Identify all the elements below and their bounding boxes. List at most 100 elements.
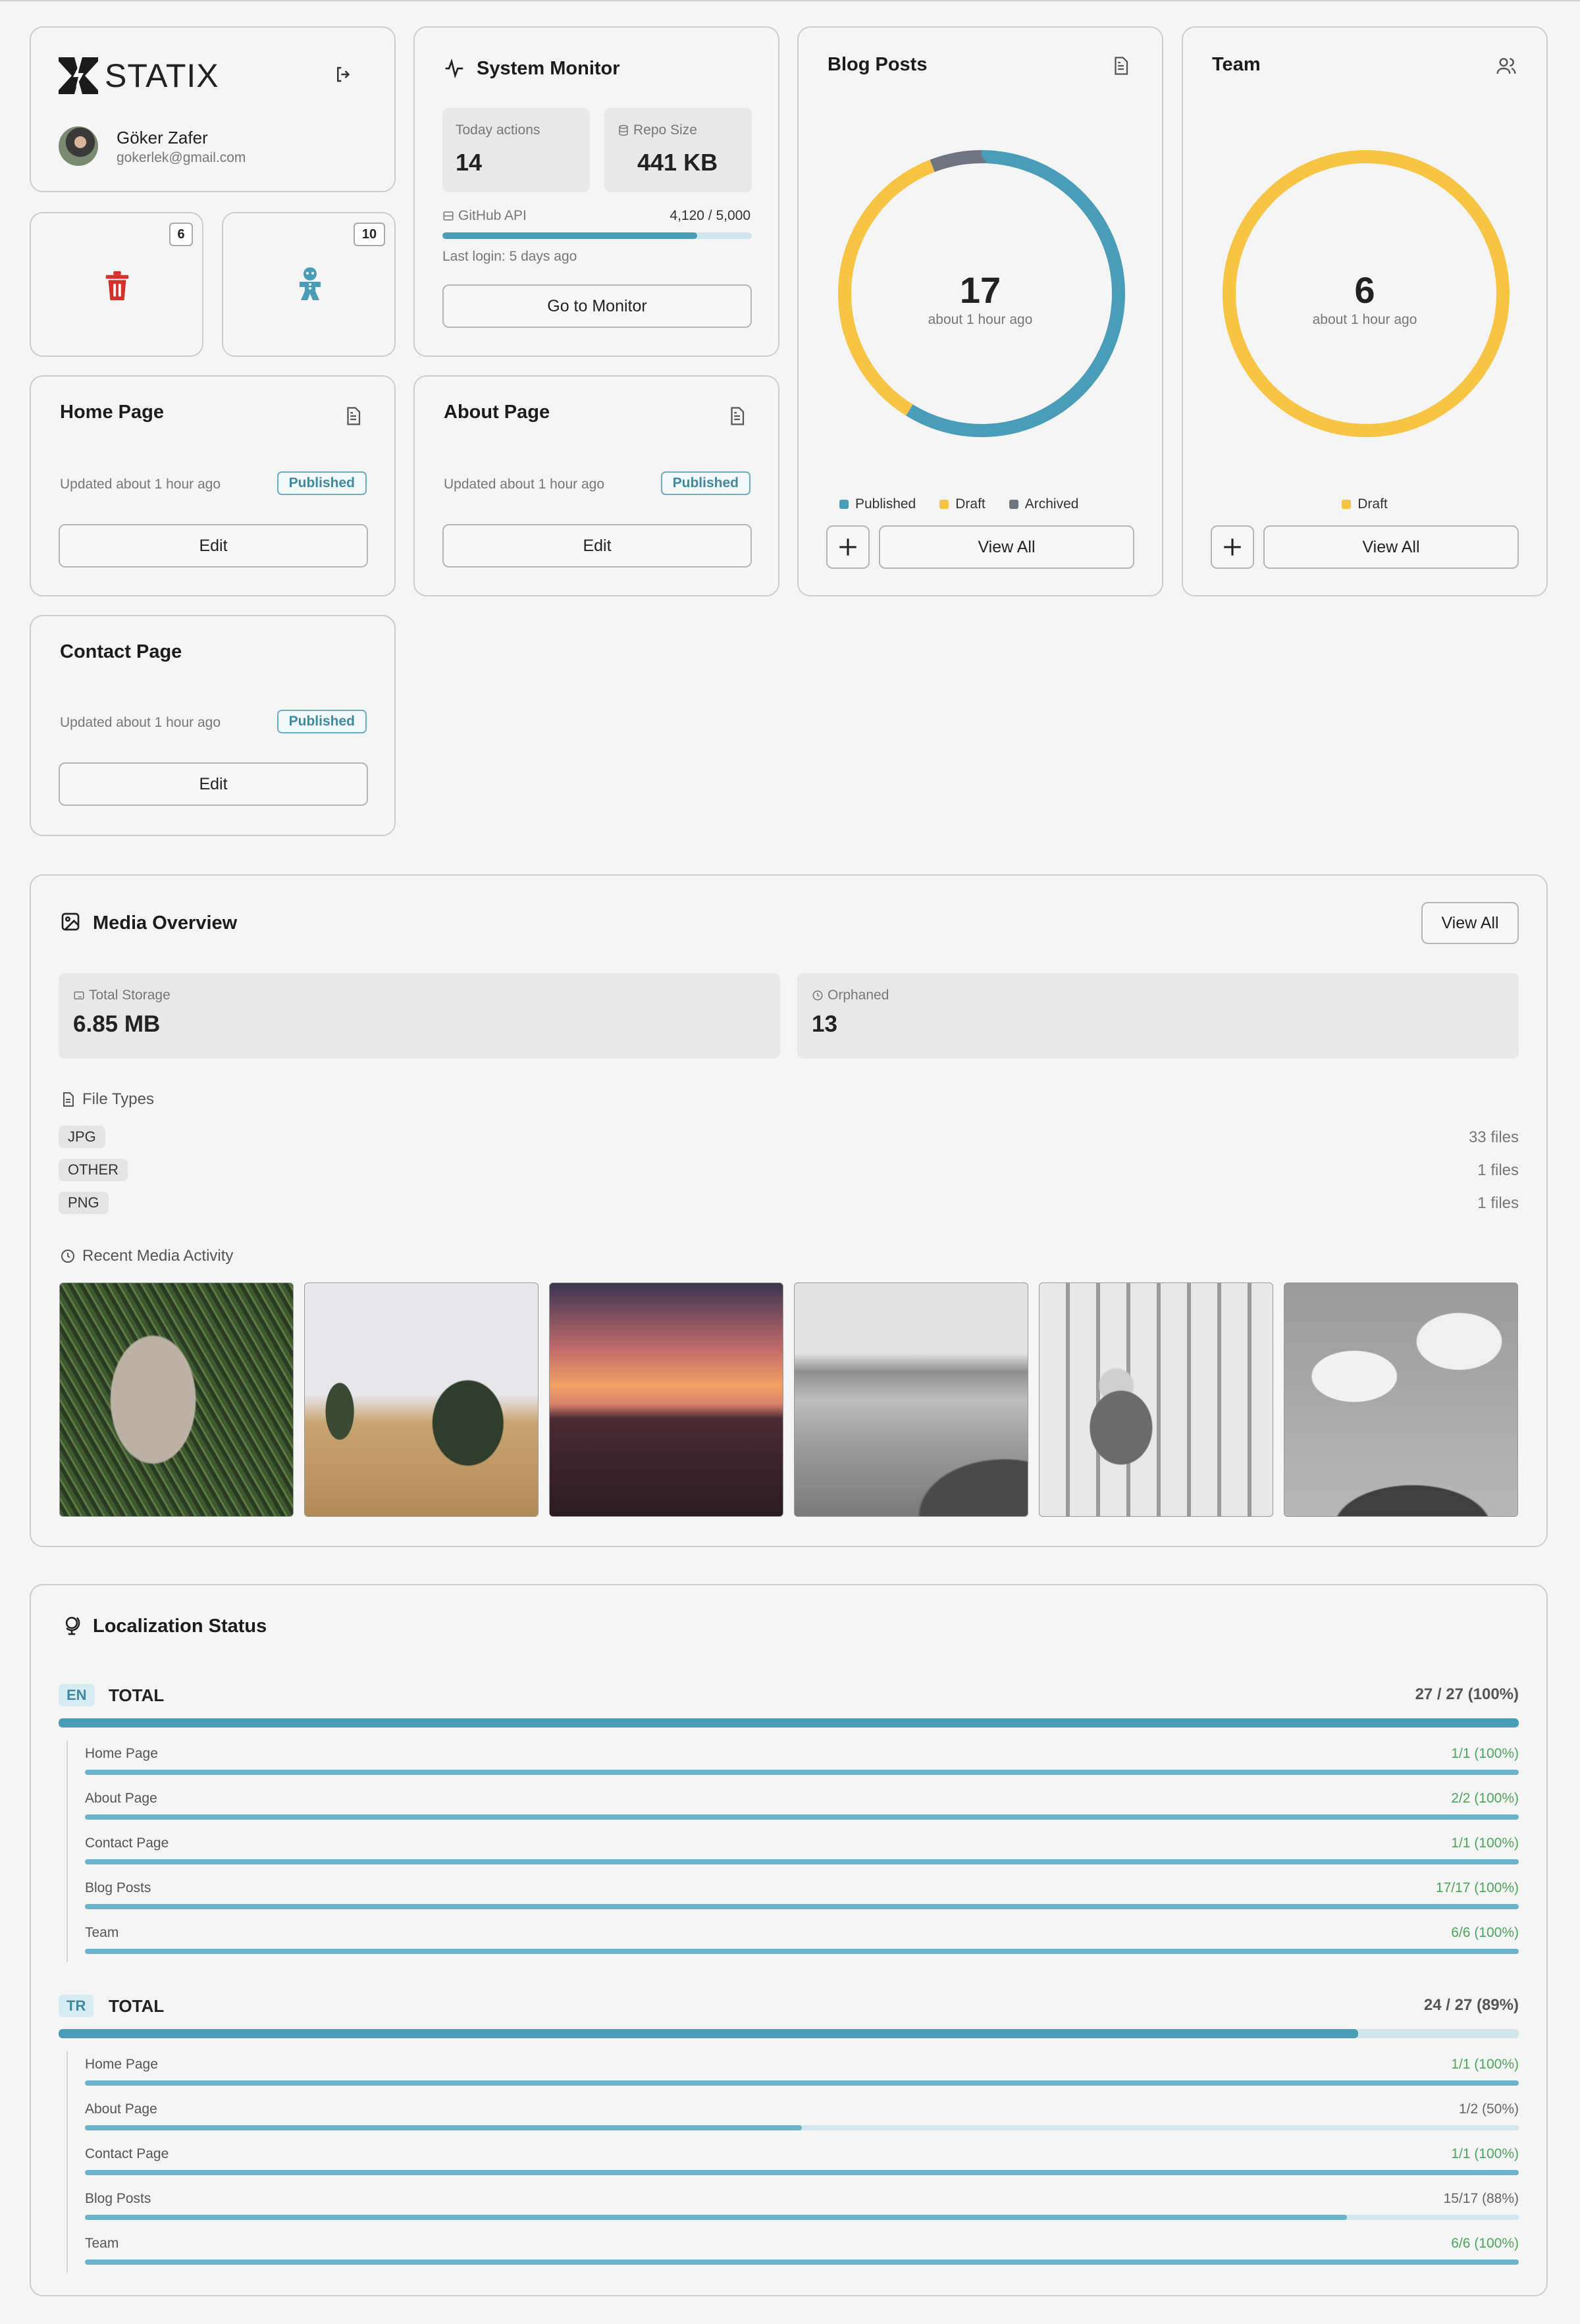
file-type-count: 1 files (1477, 1194, 1519, 1212)
go-to-monitor-button[interactable]: Go to Monitor (442, 284, 752, 328)
lang-total-label: TOTAL (109, 1685, 165, 1705)
bug-count: 10 (354, 223, 385, 246)
orphaned-value: 13 (812, 1011, 837, 1037)
legend-team-draft-label: Draft (1357, 496, 1388, 512)
last-login: Last login: 5 days ago (442, 249, 577, 264)
document-icon (1111, 55, 1130, 80)
loc-item-value: 1/1 (100%) (1451, 1835, 1519, 1851)
system-monitor-card: System Monitor Today actions 14 Repo Siz… (413, 26, 779, 357)
loc-item-label: Contact Page (85, 2146, 169, 2161)
trash-icon (102, 270, 132, 306)
clock-icon (61, 1250, 74, 1263)
media-thumbnail-coast[interactable] (794, 1282, 1028, 1517)
progress-fill (85, 1814, 1519, 1820)
page-title: Home Page (60, 402, 164, 423)
loc-item-bar (85, 2170, 1519, 2175)
users-icon (1495, 55, 1517, 80)
repo-size-label: Repo Size (618, 122, 697, 138)
page-title: About Page (444, 402, 550, 423)
loc-item-value: 6/6 (100%) (1451, 1925, 1519, 1940)
loc-item-label: Blog Posts (85, 2191, 151, 2206)
file-type-chip: PNG (59, 1192, 109, 1214)
activity-icon (444, 58, 465, 82)
edit-button[interactable]: Edit (59, 524, 368, 568)
orphaned-label: Orphaned (812, 988, 889, 1003)
blog-posts-card: Blog Posts 17 about 1 hour ago Published… (797, 26, 1163, 596)
team-card: Team 6 about 1 hour ago Draft View All (1182, 26, 1548, 596)
statix-logo-icon (59, 57, 98, 94)
lang-total-bar (59, 1718, 1519, 1728)
blog-posts-time: about 1 hour ago (928, 312, 1033, 327)
progress-fill (85, 1904, 1519, 1909)
media-thumbnail-sunset[interactable] (549, 1282, 783, 1517)
orphaned-label-text: Orphaned (828, 988, 889, 1003)
page-updated: Updated about 1 hour ago (60, 477, 221, 492)
edit-button[interactable]: Edit (442, 524, 752, 568)
plus-icon (1224, 539, 1241, 556)
today-actions-label: Today actions (456, 122, 540, 138)
total-storage-label-text: Total Storage (89, 988, 171, 1003)
github-api-label-text: GitHub API (458, 208, 527, 223)
lang-badge-en: EN (59, 1684, 95, 1706)
database-icon (619, 124, 628, 136)
today-actions-value: 14 (456, 149, 483, 176)
team-count: 6 (1354, 269, 1375, 311)
loc-item-value: 2/2 (100%) (1451, 1791, 1519, 1806)
loc-item-bar (85, 1949, 1519, 1954)
gingerbread-icon (294, 267, 326, 306)
repo-size-box: Repo Size 441 KB (604, 108, 752, 192)
legend-draft: Draft (939, 496, 986, 512)
hard-drive-icon (74, 991, 84, 999)
file-icon (63, 1092, 74, 1107)
page-card-home: Home Page Updated about 1 hour ago Publi… (30, 375, 396, 596)
legend-archived-label: Archived (1024, 496, 1079, 512)
logout-icon[interactable] (334, 65, 354, 84)
page-card-contact: Contact Page Updated about 1 hour ago Pu… (30, 615, 396, 836)
progress-fill (85, 2125, 802, 2130)
team-view-all-button[interactable]: View All (1263, 525, 1519, 569)
github-api-bar (442, 232, 752, 239)
brand-name: STATIX (105, 57, 219, 94)
user-name: Göker Zafer (117, 128, 208, 147)
page-title: Contact Page (60, 641, 182, 662)
repo-size-label-text: Repo Size (633, 122, 697, 138)
media-title: Media Overview (93, 912, 238, 934)
loc-item-value: 1/1 (100%) (1451, 2057, 1519, 2072)
blog-view-all-button[interactable]: View All (879, 525, 1134, 569)
loc-item-value: 1/1 (100%) (1451, 2146, 1519, 2161)
orphaned-box: Orphaned 13 (797, 973, 1519, 1059)
progress-fill (85, 2080, 1519, 2086)
progress-fill (85, 2215, 1347, 2220)
media-thumbnail-dunes[interactable] (304, 1282, 539, 1517)
lang-total-value: 27 / 27 (100%) (1415, 1685, 1519, 1703)
user-email: gokerlek@gmail.com (117, 150, 246, 165)
media-thumbnail-rock[interactable] (59, 1282, 294, 1517)
add-team-member-button[interactable] (1211, 525, 1254, 569)
trash-card[interactable]: 6 (30, 212, 203, 357)
media-thumbnail-cafe[interactable] (1039, 1282, 1273, 1517)
loc-item-label: Contact Page (85, 1835, 169, 1851)
media-view-all-button[interactable]: View All (1421, 902, 1519, 944)
team-time: about 1 hour ago (1312, 312, 1417, 327)
github-api-label: GitHub API (442, 208, 527, 224)
legend-published: Published (839, 496, 916, 512)
clock-icon (812, 990, 823, 1001)
bug-card[interactable]: 10 (222, 212, 396, 357)
lang-total-value: 24 / 27 (89%) (1423, 1996, 1519, 2014)
file-type-chip: OTHER (59, 1159, 128, 1181)
lang-items-rail (66, 2051, 68, 2273)
loc-item-label: Home Page (85, 2057, 158, 2072)
edit-button[interactable]: Edit (59, 762, 368, 806)
avatar (59, 126, 98, 166)
github-api-value: 4,120 / 5,000 (670, 208, 750, 223)
total-storage-box: Total Storage 6.85 MB (59, 973, 780, 1059)
media-thumbnail-clouds[interactable] (1284, 1282, 1518, 1517)
loc-item-label: Team (85, 1925, 119, 1940)
total-storage-label: Total Storage (73, 988, 171, 1003)
add-blog-post-button[interactable] (826, 525, 870, 569)
file-types-label: File Types (60, 1090, 154, 1109)
progress-fill (85, 2170, 1519, 2175)
team-legend: Draft (1183, 496, 1546, 512)
lang-total-bar (59, 2029, 1519, 2038)
blog-posts-title: Blog Posts (828, 54, 928, 75)
